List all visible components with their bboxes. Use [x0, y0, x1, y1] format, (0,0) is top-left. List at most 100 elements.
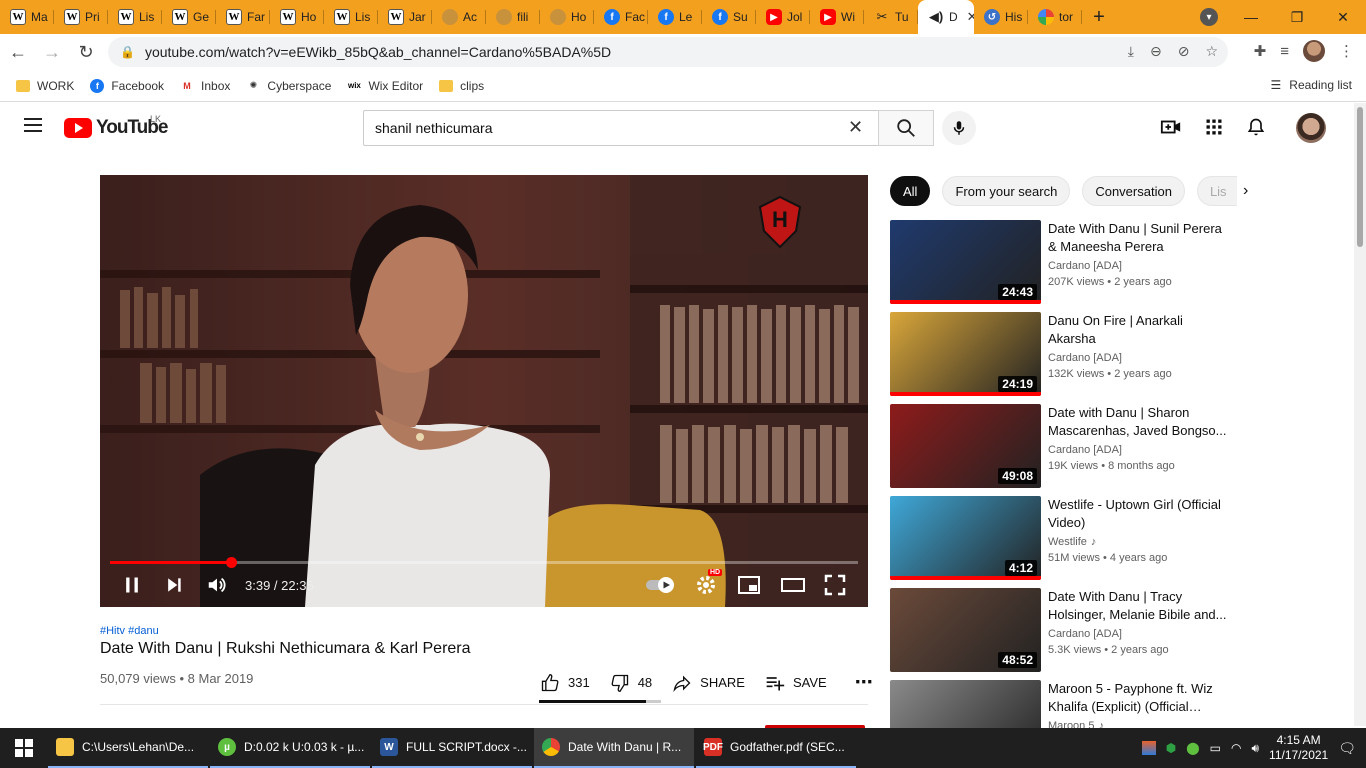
- bookmark-item[interactable]: ✺ Cyberspace: [246, 78, 331, 93]
- taskbar-item[interactable]: W FULL SCRIPT.docx -...: [372, 728, 532, 768]
- miniplayer-button[interactable]: [737, 573, 761, 597]
- recommended-video[interactable]: 24:19 Danu On Fire | Anarkali Akarsha Card…: [890, 312, 1230, 396]
- video-thumbnail[interactable]: 48:52: [890, 588, 1041, 672]
- browser-tab[interactable]: ▶ Jol: [756, 0, 810, 34]
- recommended-channel[interactable]: Cardano [ADA]: [1048, 444, 1122, 456]
- install-app-icon[interactable]: ⤓: [1128, 43, 1134, 60]
- browser-tab[interactable]: W Pri: [54, 0, 108, 34]
- recommended-video[interactable]: 24:43 Date With Danu | Sunil Perera & Man…: [890, 220, 1230, 304]
- minimize-icon[interactable]: —: [1228, 0, 1274, 34]
- filter-chip[interactable]: Conversation: [1082, 176, 1185, 206]
- extensions-icon[interactable]: ✚: [1254, 42, 1267, 60]
- voice-search-button[interactable]: [942, 111, 976, 145]
- notification-center-icon[interactable]: 🗨︎: [1338, 740, 1356, 757]
- tray-app-icon[interactable]: [1141, 741, 1156, 755]
- utorrent-tray-icon[interactable]: ⬤: [1186, 741, 1199, 755]
- taskbar-item[interactable]: C:\Users\Lehan\De...: [48, 728, 208, 768]
- filter-chip[interactable]: Lis: [1196, 176, 1237, 206]
- restore-icon[interactable]: ❐: [1274, 0, 1320, 34]
- video-hashtags[interactable]: #Hitv #danu: [100, 625, 159, 637]
- shield-icon[interactable]: ⬢: [1166, 741, 1176, 755]
- lock-icon[interactable]: 🔒: [120, 45, 135, 59]
- close-window-icon[interactable]: ✕: [1320, 0, 1366, 34]
- create-video-icon[interactable]: [1160, 116, 1182, 138]
- recommended-video[interactable]: 48:52 Date With Danu | Tracy Holsinger, M…: [890, 588, 1230, 672]
- recommended-title[interactable]: Date With Danu | Tracy Holsinger, Melani…: [1048, 588, 1230, 624]
- fullscreen-button[interactable]: [824, 573, 846, 597]
- video-thumbnail[interactable]: 49:08: [890, 404, 1041, 488]
- guide-menu-icon[interactable]: [24, 118, 42, 132]
- browser-tab[interactable]: W Lis: [324, 0, 378, 34]
- recommended-video[interactable]: 4:12 Westlife - Uptown Girl (Official Vid…: [890, 496, 1230, 580]
- next-button[interactable]: [164, 573, 184, 597]
- recommended-title[interactable]: Date with Danu | Sharon Mascarenhas, Jav…: [1048, 404, 1230, 440]
- share-button[interactable]: SHARE: [672, 673, 745, 693]
- browser-tab[interactable]: W Ho: [270, 0, 324, 34]
- recommended-title[interactable]: Danu On Fire | Anarkali Akarsha: [1048, 312, 1230, 348]
- browser-tab[interactable]: ◀) D ✕: [918, 0, 974, 34]
- speaker-icon[interactable]: 🔊︎: [1251, 741, 1259, 756]
- close-tab-icon[interactable]: ✕: [967, 9, 974, 25]
- wifi-icon[interactable]: ◠: [1231, 741, 1241, 755]
- bookmark-item[interactable]: WORK: [16, 79, 74, 93]
- browser-tab[interactable]: W Lis: [108, 0, 162, 34]
- start-button[interactable]: [0, 728, 48, 768]
- battery-icon[interactable]: ▭: [1210, 741, 1221, 755]
- browser-tab[interactable]: f Fac: [594, 0, 648, 34]
- search-input[interactable]: [363, 110, 879, 146]
- profile-avatar[interactable]: [1303, 40, 1325, 62]
- taskbar-item[interactable]: µ D:0.02 k U:0.03 k - µ...: [210, 728, 370, 768]
- reading-list-button[interactable]: ☰ Reading list: [1271, 78, 1352, 92]
- pause-button[interactable]: [122, 573, 142, 597]
- filter-chip[interactable]: All: [890, 176, 931, 206]
- browser-tab[interactable]: Ac: [432, 0, 486, 34]
- taskbar-item[interactable]: PDF Godfather.pdf (SEC...: [696, 728, 856, 768]
- browser-tab[interactable]: f Su: [702, 0, 756, 34]
- taskbar-clock[interactable]: 4:15 AM 11/17/2021: [1269, 733, 1328, 763]
- autoplay-toggle[interactable]: [644, 573, 678, 597]
- recommended-title[interactable]: Maroon 5 - Payphone ft. Wiz Khalifa (Exp…: [1048, 680, 1230, 716]
- recommended-video[interactable]: 49:08 Date with Danu | Sharon Mascarenhas…: [890, 404, 1230, 488]
- video-thumbnail[interactable]: 24:19: [890, 312, 1041, 396]
- recommended-channel[interactable]: Cardano [ADA]: [1048, 628, 1122, 640]
- browser-tab[interactable]: W Jar: [378, 0, 432, 34]
- bookmark-item[interactable]: M Inbox: [180, 78, 230, 93]
- browser-tab[interactable]: W Ge: [162, 0, 216, 34]
- settings-button[interactable]: HD: [694, 569, 723, 597]
- bookmark-item[interactable]: clips: [439, 79, 484, 93]
- browser-tab[interactable]: ▶ Wi: [810, 0, 864, 34]
- browser-tab[interactable]: W Ma: [0, 0, 54, 34]
- video-thumbnail[interactable]: 4:12: [890, 496, 1041, 580]
- browser-tab[interactable]: ✂ Tu: [864, 0, 918, 34]
- notifications-bell-icon[interactable]: [1246, 116, 1266, 138]
- recommended-title[interactable]: Westlife - Uptown Girl (Official Video): [1048, 496, 1230, 532]
- browser-tab[interactable]: fili: [486, 0, 540, 34]
- browser-tab[interactable]: Ho: [540, 0, 594, 34]
- account-avatar[interactable]: [1296, 113, 1326, 143]
- page-scrollbar[interactable]: [1354, 103, 1366, 726]
- search-button[interactable]: [878, 110, 934, 146]
- bookmark-item[interactable]: f Facebook: [90, 78, 164, 93]
- address-bar[interactable]: 🔒 youtube.com/watch?v=eEWikb_85bQ&ab_cha…: [108, 37, 1228, 67]
- zoom-icon[interactable]: ⊖: [1150, 43, 1162, 60]
- video-thumbnail[interactable]: 24:43: [890, 220, 1041, 304]
- recommended-channel[interactable]: Cardano [ADA]: [1048, 260, 1122, 272]
- clear-search-icon[interactable]: ✕: [848, 117, 863, 138]
- browser-tab[interactable]: tor: [1028, 0, 1082, 34]
- save-button[interactable]: SAVE: [765, 673, 827, 693]
- video-progress-bar[interactable]: [110, 557, 858, 568]
- more-actions-button[interactable]: ⋯: [855, 672, 874, 693]
- forward-button[interactable]: →: [36, 36, 68, 68]
- recommended-channel[interactable]: Cardano [ADA]: [1048, 352, 1122, 364]
- theater-mode-button[interactable]: [780, 573, 806, 597]
- browser-tab[interactable]: W Far: [216, 0, 270, 34]
- new-tab-button[interactable]: +: [1082, 0, 1116, 34]
- bookmark-item[interactable]: wix Wix Editor: [347, 78, 423, 93]
- tab-search-icon[interactable]: ▾: [1200, 8, 1218, 26]
- browser-tab[interactable]: f Le: [648, 0, 702, 34]
- channel-watermark-logo[interactable]: H: [752, 193, 808, 249]
- tracking-icon[interactable]: ⊘: [1178, 43, 1190, 60]
- apps-grid-icon[interactable]: [1204, 117, 1224, 137]
- bookmark-star-icon[interactable]: ☆: [1205, 43, 1218, 60]
- scrollbar-thumb[interactable]: [1357, 107, 1363, 247]
